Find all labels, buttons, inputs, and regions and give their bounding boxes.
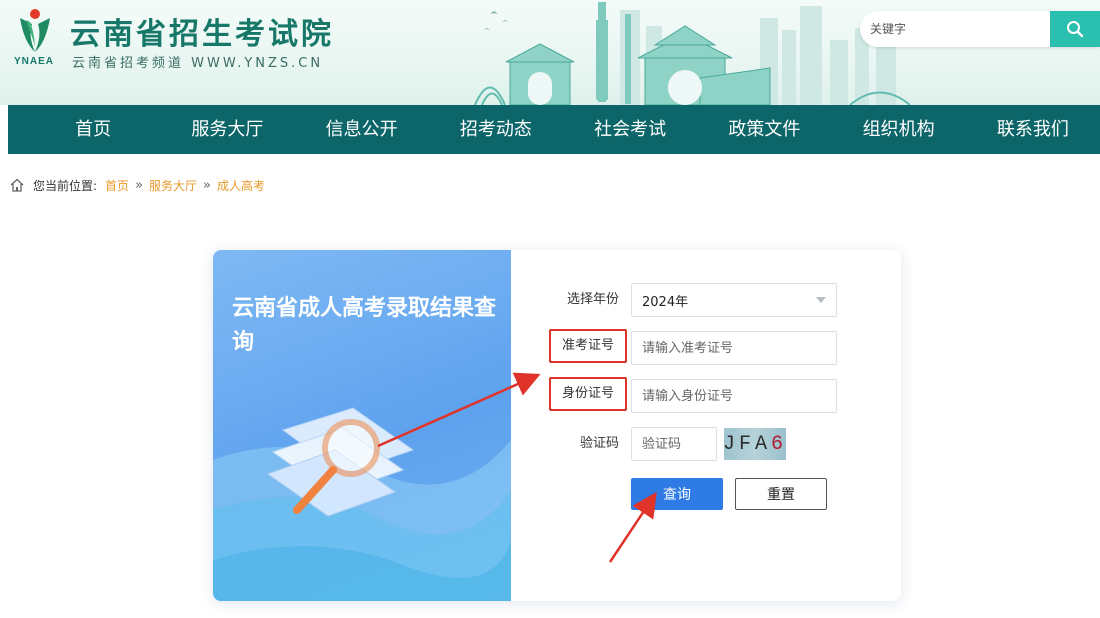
search-input[interactable] [860, 11, 1050, 47]
captcha-text-last: 6 [771, 432, 788, 456]
nav-item-contact[interactable]: 联系我们 [966, 105, 1100, 154]
breadcrumb-prefix: 您当前位置: [33, 178, 98, 193]
nav-item-admission-news[interactable]: 招考动态 [429, 105, 563, 154]
logo-icon [20, 9, 50, 52]
captcha-label: 验证码 [579, 436, 619, 451]
city-skyline-illustration [474, 2, 911, 105]
exam-number-input[interactable] [631, 331, 837, 365]
year-label: 选择年份 [566, 292, 619, 307]
breadcrumb: 您当前位置: 首页 » 服务大厅 » 成人高考 [9, 176, 265, 194]
exam-number-label: 准考证号 [549, 329, 627, 363]
id-number-input[interactable] [631, 379, 837, 413]
logo-english-text: YNAEA [14, 56, 55, 67]
breadcrumb-separator: » [135, 177, 144, 193]
search-box [860, 11, 1100, 47]
card-banner: 云南省成人高考录取结果查询 [213, 250, 511, 601]
year-select-value: 2024年 [642, 294, 689, 310]
nav-item-home[interactable]: 首页 [26, 105, 160, 154]
main-nav: 首页 服务大厅 信息公开 招考动态 社会考试 政策文件 组织机构 联系我们 [8, 105, 1100, 154]
card-title: 云南省成人高考录取结果查询 [232, 296, 497, 355]
nav-item-service-hall[interactable]: 服务大厅 [160, 105, 294, 154]
nav-item-organization[interactable]: 组织机构 [832, 105, 966, 154]
nav-item-info-disclosure[interactable]: 信息公开 [295, 105, 429, 154]
search-button[interactable] [1050, 11, 1100, 47]
breadcrumb-current[interactable]: 成人高考 [217, 177, 265, 194]
nav-item-policy-docs[interactable]: 政策文件 [697, 105, 831, 154]
chevron-down-icon [816, 297, 826, 303]
site-header: YNAEA 云南省招生考试院 云南省招考频道 WWW.YNZS.CN [0, 0, 1100, 105]
site-title[interactable]: 云南省招生考试院 [70, 9, 334, 53]
captcha-input[interactable] [631, 427, 717, 461]
reset-button[interactable]: 重置 [735, 478, 827, 510]
query-card: 云南省成人高考录取结果查询 选择年份 2024年 准考证号 身份证号 验证码 J… [213, 250, 901, 601]
id-number-label: 身份证号 [549, 377, 627, 411]
home-icon [10, 178, 24, 192]
breadcrumb-link-home[interactable]: 首页 [105, 177, 129, 194]
breadcrumb-separator: » [203, 177, 212, 193]
captcha-image[interactable]: JFA 6 [722, 428, 788, 460]
breadcrumb-link-service-hall[interactable]: 服务大厅 [149, 177, 197, 194]
captcha-text: JFA [722, 432, 771, 456]
site-subtitle: 云南省招考频道 WWW.YNZS.CN [72, 56, 324, 71]
query-button[interactable]: 查询 [631, 478, 723, 510]
magnifier-illustration [213, 407, 511, 601]
search-icon [1067, 21, 1084, 38]
nav-item-social-exams[interactable]: 社会考试 [563, 105, 697, 154]
year-select[interactable]: 2024年 [631, 283, 837, 317]
